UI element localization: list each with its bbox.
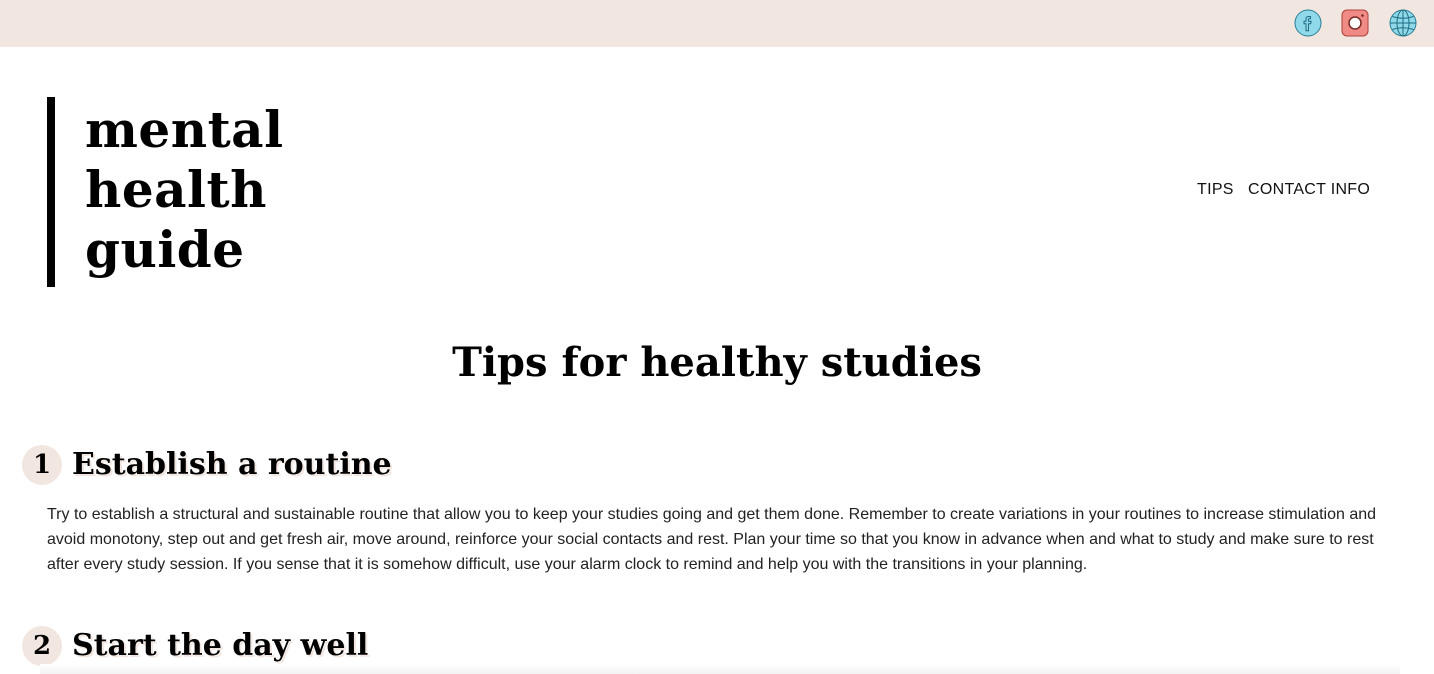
nav-tips[interactable]: TIPS	[1197, 181, 1234, 199]
facebook-icon[interactable]	[1294, 9, 1322, 37]
content-card-edge	[40, 664, 1400, 674]
tip-heading: Establish a routine	[72, 447, 392, 482]
top-bar	[0, 0, 1434, 47]
logo-line-1: mental	[85, 100, 284, 159]
page-title: Tips for healthy studies	[452, 339, 982, 386]
instagram-icon[interactable]	[1341, 9, 1369, 37]
globe-icon[interactable]	[1389, 9, 1417, 37]
tip-body: Try to establish a structural and sustai…	[47, 506, 1377, 573]
nav-contact-info[interactable]: CONTACT INFO	[1248, 181, 1370, 199]
tip-number-badge: 2	[22, 626, 62, 666]
logo-line-2: health	[85, 160, 268, 219]
site-logo[interactable]: mental health guide	[85, 100, 284, 280]
tip-heading: Start the day well	[72, 628, 369, 663]
tip-number-badge: 1	[22, 445, 62, 485]
logo-accent-bar	[47, 97, 55, 287]
logo-line-3: guide	[85, 220, 245, 279]
